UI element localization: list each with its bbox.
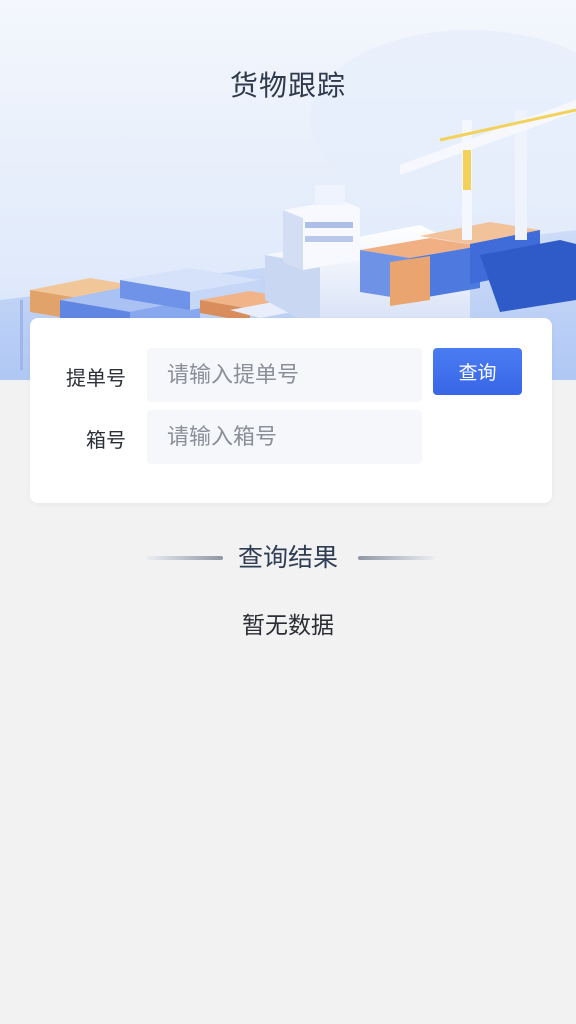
bill-number-input[interactable] <box>147 348 422 402</box>
bill-number-label: 提单号 <box>66 366 126 390</box>
results-header: 查询结果 <box>0 538 576 578</box>
container-number-input[interactable] <box>147 410 422 464</box>
results-title: 查询结果 <box>237 543 338 572</box>
search-card: 提单号 查询 箱号 <box>30 318 552 503</box>
empty-state-text: 暂无数据 <box>242 613 334 639</box>
page-title: 货物跟踪 <box>229 69 346 102</box>
query-button[interactable]: 查询 <box>433 348 522 395</box>
container-number-label: 箱号 <box>86 428 126 452</box>
divider-right <box>358 556 435 560</box>
